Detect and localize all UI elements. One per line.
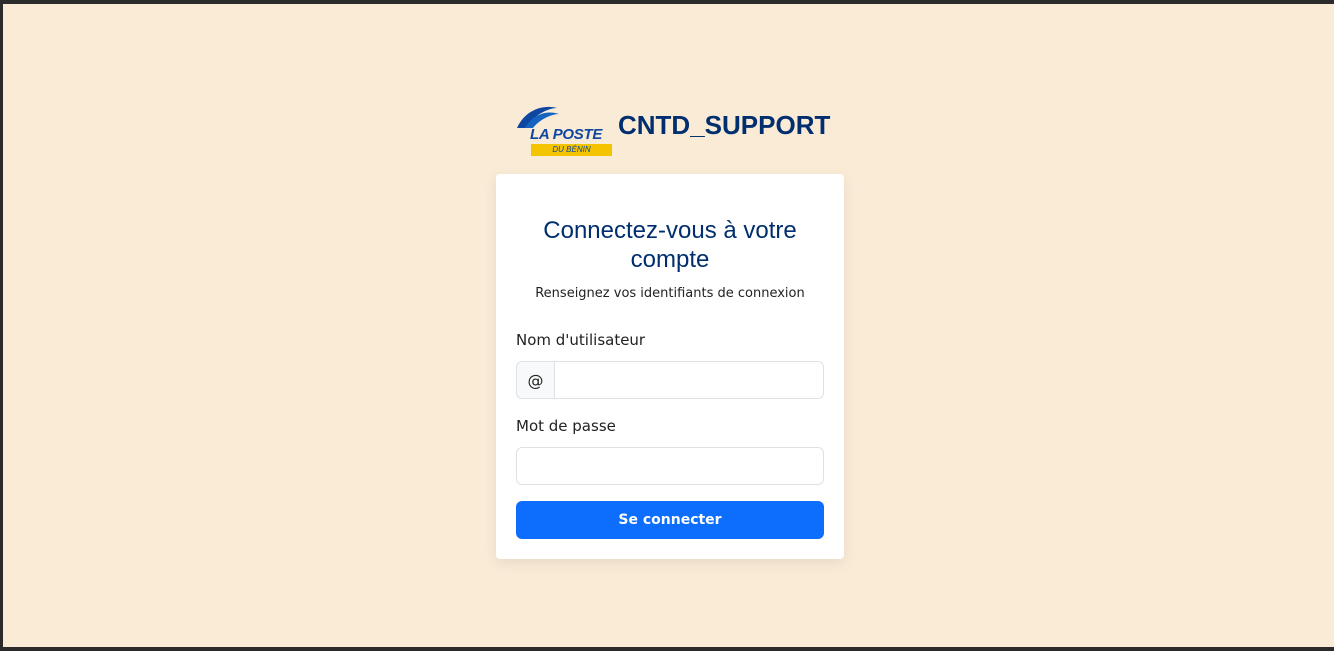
logo-text: LA POSTE [530,125,603,143]
password-input[interactable] [516,447,824,485]
at-sign-icon: @ [516,361,554,399]
logo-subtext: DU BÉNIN [531,143,612,156]
login-card: Connectez-vous à votre compte Renseignez… [496,174,844,559]
login-title: Connectez-vous à votre compte [543,217,797,273]
password-label: Mot de passe [516,417,616,435]
login-subtitle: Renseignez vos identifiants de connexion [535,286,805,301]
header: LA POSTE DU BÉNIN CNTD_SUPPORT [513,99,830,159]
username-input-group: @ [516,361,824,399]
la-poste-logo: LA POSTE DU BÉNIN [513,102,613,157]
login-button[interactable]: Se connecter [516,501,824,539]
username-label: Nom d'utilisateur [516,331,646,349]
username-input[interactable] [554,361,824,399]
app-title: CNTD_SUPPORT [618,109,831,140]
